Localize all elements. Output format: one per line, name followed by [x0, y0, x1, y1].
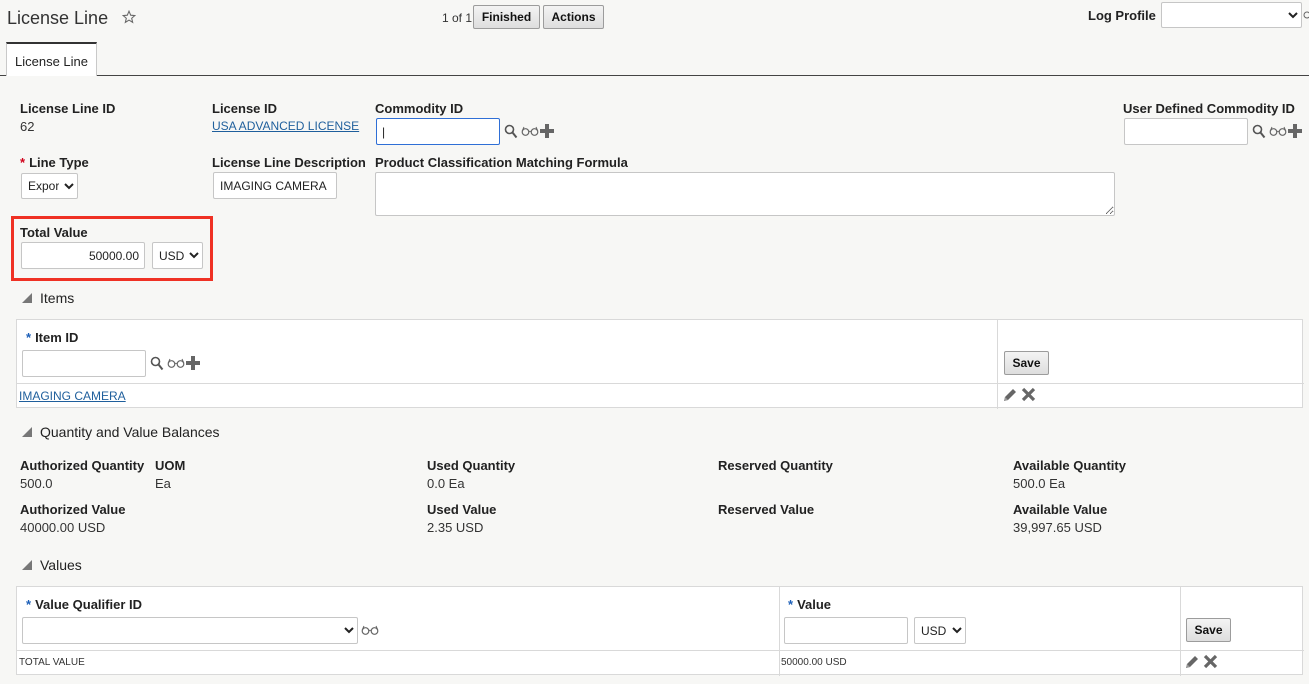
item-id-label: * Item ID — [26, 330, 79, 345]
available-value-value: 39,997.65 USD — [1013, 520, 1102, 535]
triangle-icon[interactable] — [22, 427, 32, 437]
values-row-qualifier: TOTAL VALUE — [19, 657, 85, 668]
log-profile-label: Log Profile — [1088, 8, 1156, 23]
license-id-label: License ID — [212, 101, 278, 116]
tab-license-line[interactable]: License Line — [6, 42, 97, 76]
tab-underline — [0, 75, 1309, 76]
triangle-icon[interactable] — [22, 560, 32, 570]
plus-icon[interactable] — [1288, 124, 1302, 141]
user-defined-commodity-label: User Defined Commodity ID — [1123, 101, 1295, 116]
description-input[interactable] — [213, 172, 337, 199]
column-divider — [997, 320, 998, 409]
plus-icon[interactable] — [540, 124, 554, 141]
item-id-input[interactable] — [22, 350, 146, 377]
commodity-id-input[interactable] — [376, 118, 500, 145]
uom-value: Ea — [155, 476, 171, 491]
glasses-icon[interactable] — [521, 125, 539, 140]
glasses-icon[interactable] — [361, 624, 379, 639]
column-divider — [779, 587, 780, 676]
tab-label: License Line — [15, 54, 88, 69]
actions-button[interactable]: Actions — [543, 5, 604, 29]
triangle-icon[interactable] — [22, 293, 32, 303]
reserved-value-label: Reserved Value — [718, 502, 815, 517]
total-value-label: Total Value — [20, 225, 88, 240]
star-icon[interactable] — [121, 9, 137, 27]
commodity-id-label: Commodity ID — [375, 101, 464, 116]
formula-label: Product Classification Matching Formula — [375, 155, 628, 170]
total-value-currency-select[interactable]: USD — [152, 242, 203, 269]
pager-text: 1 of 1 — [442, 11, 473, 25]
license-id-link[interactable]: USA ADVANCED LICENSE — [212, 119, 359, 133]
balances-section-title[interactable]: Quantity and Value Balances — [40, 424, 220, 440]
value-label: * Value — [788, 597, 832, 612]
available-quantity-label: Available Quantity — [1013, 458, 1126, 473]
formula-textarea[interactable] — [375, 172, 1115, 216]
values-row-value: 50000.00 USD — [781, 657, 847, 668]
search-icon[interactable] — [1252, 124, 1266, 142]
uom-label: UOM — [155, 458, 186, 473]
log-profile-select[interactable] — [1161, 2, 1302, 28]
close-icon[interactable] — [1021, 387, 1036, 405]
total-value-input[interactable] — [21, 242, 145, 269]
items-section-title[interactable]: Items — [40, 290, 74, 306]
authorized-quantity-label: Authorized Quantity — [20, 458, 145, 473]
page-title: License Line — [7, 8, 109, 28]
line-type-label: * Line Type — [20, 155, 89, 170]
authorized-quantity-value: 500.0 — [20, 476, 53, 491]
search-icon[interactable] — [150, 356, 164, 374]
close-icon[interactable] — [1203, 654, 1218, 672]
value-input[interactable] — [784, 617, 908, 644]
used-quantity-value: 0.0 Ea — [427, 476, 465, 491]
pencil-icon[interactable] — [1184, 654, 1200, 673]
description-label: License Line Description — [212, 155, 366, 170]
finished-button[interactable]: Finished — [473, 5, 540, 29]
value-currency-select[interactable]: USD — [914, 617, 966, 644]
search-icon[interactable] — [504, 124, 518, 142]
values-section-title[interactable]: Values — [40, 557, 82, 573]
used-quantity-label: Used Quantity — [427, 458, 516, 473]
used-value-value: 2.35 USD — [427, 520, 484, 535]
row-divider — [17, 383, 1304, 384]
column-divider — [1180, 587, 1181, 676]
authorized-value-value: 40000.00 USD — [20, 520, 106, 535]
item-row-link[interactable]: IMAGING CAMERA — [19, 389, 126, 403]
values-save-button[interactable]: Save — [1186, 618, 1231, 642]
used-value-label: Used Value — [427, 502, 497, 517]
value-qualifier-select[interactable] — [22, 617, 358, 644]
authorized-value-label: Authorized Value — [20, 502, 126, 517]
line-type-select[interactable]: Export — [21, 173, 78, 199]
items-save-button[interactable]: Save — [1004, 351, 1049, 375]
license-line-id-label: License Line ID — [20, 101, 116, 116]
glasses-icon[interactable] — [1269, 125, 1287, 140]
row-divider — [17, 650, 1304, 651]
glasses-icon[interactable] — [167, 357, 185, 372]
pencil-icon[interactable] — [1002, 387, 1018, 406]
available-quantity-value: 500.0 Ea — [1013, 476, 1066, 491]
value-qualifier-label: * Value Qualifier ID — [26, 597, 142, 612]
available-value-label: Available Value — [1013, 502, 1108, 517]
user-defined-commodity-input[interactable] — [1124, 118, 1248, 145]
reserved-quantity-label: Reserved Quantity — [718, 458, 833, 473]
plus-icon[interactable] — [186, 356, 200, 373]
license-line-id-value: 62 — [20, 119, 35, 134]
items-table — [16, 319, 1304, 409]
glasses-icon[interactable] — [1303, 8, 1309, 23]
